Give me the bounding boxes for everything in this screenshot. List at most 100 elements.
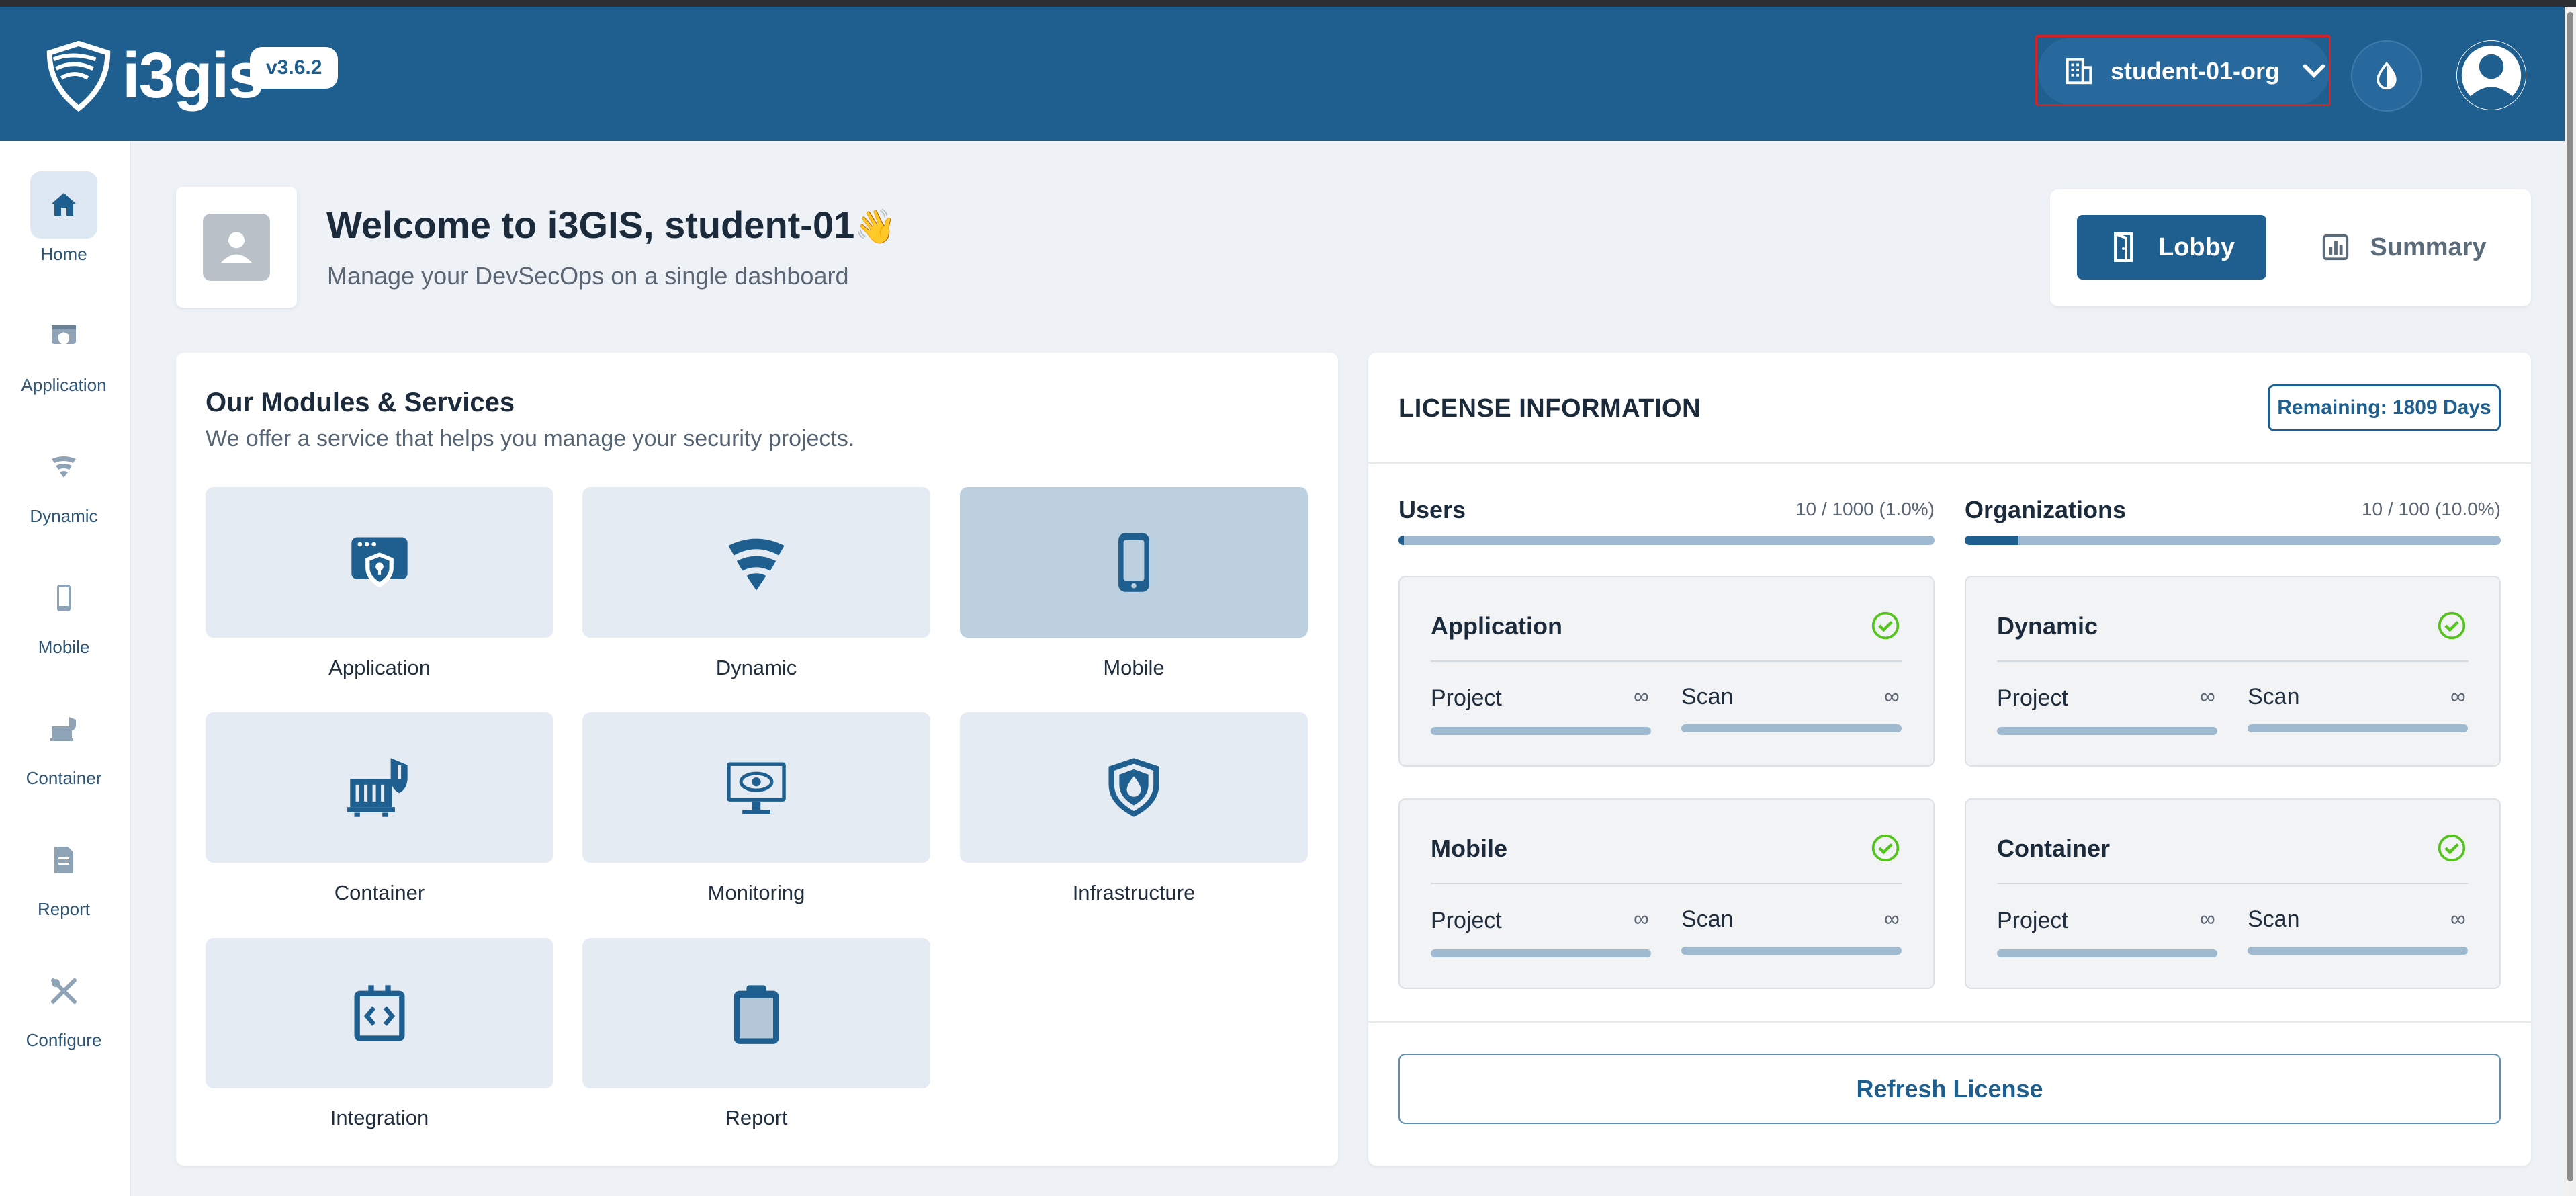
organizations-quota-fill bbox=[1965, 536, 2018, 545]
sidebar-item-label: Container bbox=[26, 768, 102, 788]
sidebar-item-label: Dynamic bbox=[30, 506, 98, 526]
users-quota-fill bbox=[1398, 536, 1404, 545]
remaining-days-badge: Remaining: 1809 Days bbox=[2268, 384, 2501, 431]
module-tile-infrastructure[interactable] bbox=[960, 712, 1308, 863]
scan-label: Scan bbox=[1681, 684, 1734, 710]
brand-name: i3gis bbox=[122, 40, 264, 112]
page-scrollbar-thumb[interactable] bbox=[2567, 12, 2573, 1181]
home-icon bbox=[52, 193, 76, 216]
mobile-icon bbox=[1118, 533, 1149, 592]
scan-quota-bar bbox=[1681, 947, 1902, 955]
project-quota-bar bbox=[1997, 727, 2217, 735]
check-circle-icon bbox=[2438, 834, 2466, 862]
infrastructure-icon bbox=[1108, 758, 1159, 817]
project-label: Project bbox=[1431, 685, 1502, 711]
sidebar-item-dynamic[interactable]: Dynamic bbox=[0, 433, 128, 548]
module-tile-monitoring[interactable] bbox=[582, 712, 930, 863]
scan-label: Scan bbox=[2248, 684, 2300, 710]
users-quota-bar bbox=[1398, 536, 1935, 545]
organizations-quota-value: 10 / 100 (10.0%) bbox=[2361, 499, 2501, 519]
sidebar-item-report[interactable]: Report bbox=[0, 826, 128, 941]
license-divider bbox=[1368, 462, 2531, 464]
service-name: Mobile bbox=[1431, 835, 1507, 862]
sidebar-item-label: Mobile bbox=[38, 637, 90, 657]
project-quota-value: ∞ bbox=[1634, 684, 1649, 708]
scan-label: Scan bbox=[1681, 906, 1734, 932]
container-icon bbox=[50, 717, 76, 741]
sidebar-item-home[interactable]: Home bbox=[0, 171, 128, 286]
scan-quota-bar bbox=[2248, 947, 2468, 955]
mobile-icon bbox=[57, 585, 71, 611]
bar-chart-icon bbox=[2323, 234, 2349, 261]
brand-logo[interactable]: i3gis bbox=[39, 39, 264, 113]
project-label: Project bbox=[1997, 685, 2068, 711]
sidebar-item-application[interactable]: Application bbox=[0, 302, 128, 417]
module-tile-dynamic[interactable] bbox=[582, 487, 930, 638]
dynamic-icon bbox=[728, 538, 785, 591]
scan-quota-value: ∞ bbox=[2450, 684, 2466, 708]
report-icon bbox=[54, 847, 73, 873]
monitoring-icon bbox=[727, 762, 786, 814]
avatar-placeholder bbox=[203, 214, 270, 281]
module-tile-mobile[interactable] bbox=[960, 487, 1308, 638]
tab-lobby-label: Lobby bbox=[2158, 232, 2235, 261]
project-label: Project bbox=[1997, 908, 2068, 933]
service-divider bbox=[1431, 883, 1902, 884]
sidebar-item-container[interactable]: Container bbox=[0, 695, 128, 810]
service-name: Container bbox=[1997, 835, 2111, 862]
module-tile-application[interactable] bbox=[206, 487, 553, 638]
container-icon bbox=[347, 758, 408, 817]
service-name: Dynamic bbox=[1997, 612, 2098, 640]
project-quota-value: ∞ bbox=[2200, 684, 2215, 708]
project-label: Project bbox=[1431, 908, 1502, 933]
project-quota-bar bbox=[1431, 727, 1651, 735]
service-card-dynamic bbox=[1965, 576, 2501, 767]
users-quota-value: 10 / 1000 (1.0%) bbox=[1795, 499, 1935, 519]
user-icon bbox=[2456, 40, 2526, 110]
sidebar-item-label: Home bbox=[40, 244, 87, 264]
theme-toggle-button[interactable] bbox=[2351, 40, 2422, 112]
application-icon bbox=[351, 537, 408, 588]
user-avatar-button[interactable] bbox=[2456, 40, 2526, 110]
welcome-title: Welcome to i3GIS, student-01👋 bbox=[326, 203, 897, 247]
service-card-application bbox=[1398, 576, 1935, 767]
module-tile-container[interactable] bbox=[206, 712, 553, 863]
application-icon-wrap bbox=[30, 302, 97, 370]
project-quota-bar bbox=[1431, 949, 1651, 957]
home-icon-wrap bbox=[30, 171, 97, 239]
scan-quota-bar bbox=[2248, 724, 2468, 732]
tab-lobby[interactable]: Lobby bbox=[2077, 215, 2266, 280]
sidebar-item-label: Application bbox=[21, 375, 107, 395]
organization-select-highlight bbox=[2035, 35, 2331, 106]
module-tile-integration[interactable] bbox=[206, 938, 553, 1088]
shield-logo-icon bbox=[46, 40, 111, 112]
project-quota-value: ∞ bbox=[2200, 906, 2215, 931]
sidebar-item-label: Report bbox=[37, 899, 91, 919]
tab-summary[interactable]: Summary bbox=[2303, 215, 2504, 280]
tab-summary-label: Summary bbox=[2370, 232, 2487, 261]
project-quota-bar bbox=[1997, 949, 2217, 957]
sidebar-item-label: Configure bbox=[26, 1030, 102, 1050]
service-name: Application bbox=[1431, 612, 1562, 640]
modules-title: Our Modules & Services bbox=[206, 388, 515, 417]
welcome-subtitle: Manage your DevSecOps on a single dashbo… bbox=[327, 262, 849, 290]
users-quota-label: Users bbox=[1398, 496, 1466, 523]
wave-emoji: 👋 bbox=[854, 208, 897, 245]
module-label: Container bbox=[334, 881, 425, 904]
check-circle-icon bbox=[1871, 611, 1900, 640]
organizations-quota-label: Organizations bbox=[1965, 496, 2127, 523]
scan-quota-bar bbox=[1681, 724, 1902, 732]
refresh-license-button[interactable]: Refresh License bbox=[1398, 1054, 2501, 1124]
droplet-icon bbox=[2377, 61, 2397, 90]
sidebar-item-mobile[interactable]: Mobile bbox=[0, 564, 128, 679]
scan-quota-value: ∞ bbox=[2450, 906, 2466, 931]
module-label: Dynamic bbox=[715, 656, 797, 679]
sidebar-item-configure[interactable]: Configure bbox=[0, 957, 128, 1072]
service-divider bbox=[1431, 660, 1902, 662]
mobile-icon-wrap bbox=[30, 564, 97, 632]
module-label: Integration bbox=[330, 1106, 429, 1129]
container-icon-wrap bbox=[30, 695, 97, 763]
license-footer-divider bbox=[1368, 1021, 2531, 1023]
service-card-container bbox=[1965, 798, 2501, 989]
module-tile-report[interactable] bbox=[582, 938, 930, 1088]
